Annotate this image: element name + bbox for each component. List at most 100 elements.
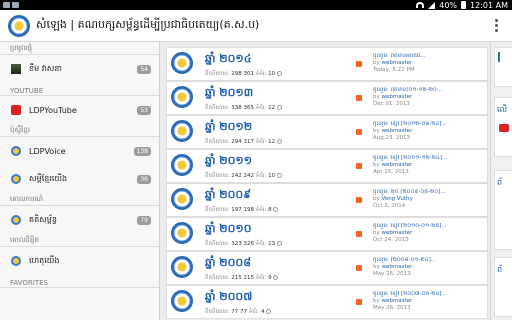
drawer-item-reasons[interactable]: ហេតុយើង [0,247,159,275]
side-panel-box [494,47,512,87]
drawer-item-ldpvoice[interactable]: LDPVoice 138 [0,137,159,165]
expand-icon[interactable] [276,105,282,110]
app-notification-icon [3,2,10,8]
forum-title[interactable]: ឆ្នាំ ២០១១ [205,154,252,170]
forum-logo-icon [171,86,193,108]
count-badge: 138 [133,146,151,156]
forum-title[interactable]: ឆ្នាំ ២០០៩ [205,188,251,204]
drawer-item-principles[interactable]: គតិសម្ព័ន្ធ 79 [0,206,159,234]
signal-icon [428,1,436,9]
forum-row[interactable]: ឆ្នាំ ២០១០ តិចនិយាយ: 323 326 ទំព័រ: 13 ច… [166,217,488,251]
drawer-item-label: គតិសម្ព័ន្ធ [29,215,57,224]
forum-stats: តិចនិយាយ: 77 77 ទំព័រ: 4 [205,308,272,316]
rss-icon[interactable] [356,299,362,305]
forum-logo-icon [171,222,193,244]
youtube-icon [11,105,21,115]
last-post[interactable]: ចូលរួម: ខៀវ [២០០៧-០៥-២៤]... by webmaster M… [373,291,485,312]
expand-icon[interactable] [276,71,282,76]
forum-list: ឆ្នាំ ២០១៤ តិចនិយាយ: 298 301 ទំព័រ: 10 ច… [160,42,490,320]
last-post[interactable]: ចូលរួម: ព័ត៌មានអំពីពិធី... by webmaster To… [373,53,485,74]
forum-title[interactable]: ឆ្នាំ ២០១២ [205,120,252,136]
forum-row[interactable]: ឆ្នាំ ២០០៧ តិចនិយាយ: 77 77 ទំព័រ: 4 ចូលរ… [166,285,488,319]
action-bar: សំឡេង | គណបក្សសម្ព័ន្ធដើម្បីប្រជាធិបតេយ្… [0,10,512,42]
last-post[interactable]: ចូលរួម: ២០ [២០០៩-០៥-២០]... by Vong Vuthy O… [373,189,485,210]
forum-logo-icon [171,52,193,74]
rss-icon[interactable] [356,231,362,237]
youtube-icon[interactable] [499,124,509,132]
side-panel-box: ព័ [494,170,512,250]
forum-title[interactable]: ឆ្នាំ ២០០៨ [205,256,251,272]
expand-icon[interactable] [273,207,279,212]
forum-row[interactable]: ឆ្នាំ ២០១១ តិចនិយាយ: 242 242 ទំព័រ: 10 ច… [166,149,488,183]
side-panel-box: លើ [494,97,512,157]
drawer-item-khmer-voice[interactable]: សម្ដីខ្មែរយើង 36 [0,165,159,193]
section-header: គោលការណ៍ [0,193,159,206]
ldp-logo-icon [11,174,21,184]
drawer-item-khem-veasna[interactable]: ខឹម វាសនា 54 [0,55,159,83]
count-badge: 53 [137,105,151,115]
drawer-item-ldpyoutube[interactable]: LDPYouTube 53 [0,96,159,124]
forum-logo-icon [171,120,193,142]
expand-icon[interactable] [266,309,272,314]
section-header: គោលនិម្មិត [0,234,159,247]
overflow-menu-icon[interactable] [495,19,498,32]
forum-stats: តិចនិយាយ: 197 198 ទំព័រ: 8 [205,206,279,214]
download-notification-icon [12,2,19,8]
rss-icon[interactable] [356,129,362,135]
forum-row[interactable]: ឆ្នាំ ២០១២ តិចនិយាយ: 294 317 ទំព័រ: 12 ច… [166,115,488,149]
section-header: FAVORITES [0,275,159,288]
navigation-drawer: ប្រមូលផ្ដុំ ខឹម វាសនា 54 YOUTUBE LDPYouT… [0,42,160,320]
expand-icon[interactable] [276,139,282,144]
side-panel: លើ ព័ ព័ [490,42,512,320]
ldp-logo-icon [11,146,21,156]
last-post[interactable]: ចូលរួម: ខៀវ [២០១១-១២-២៤]... by webmaster A… [373,155,485,176]
app-logo-icon[interactable] [8,14,30,37]
battery-percent: 40% [439,0,458,10]
clock: 12:01 AM [470,0,508,10]
forum-title[interactable]: ឆ្នាំ ២០១៤ [205,52,252,68]
forum-stats: តិចនិយាយ: 242 242 ទំព័រ: 10 [205,172,282,180]
wifi-icon [416,2,425,8]
forum-row[interactable]: ឆ្នាំ ២០០៨ តិចនិយាយ: 215 215 ទំព័រ: 9 ចូ… [166,251,488,285]
forum-logo-icon [171,290,193,312]
rss-icon[interactable] [356,197,362,203]
count-badge: 36 [137,174,151,184]
forum-row[interactable]: ឆ្នាំ ២០១៣ តិចនិយាយ: 338 365 ទំព័រ: 12 ច… [166,81,488,115]
drawer-item-label: LDPYouTube [29,105,77,115]
rss-icon[interactable] [356,61,362,67]
last-post[interactable]: ចូលរួម: ព័ត៌មាន(០១-១២-២០... by webmaster D… [373,87,485,108]
forum-logo-icon [171,154,193,176]
expand-icon[interactable] [276,173,282,178]
forum-stats: តិចនិយាយ: 338 365 ទំព័រ: 12 [205,104,282,112]
expand-icon[interactable] [276,241,282,246]
drawer-item-label: សម្ដីខ្មែរយើង [29,174,68,183]
count-badge: 54 [137,64,151,74]
rss-icon[interactable] [356,95,362,101]
drawer-item-label: ហេតុយើង [29,256,60,265]
rss-icon[interactable] [356,265,362,271]
game-icon [11,64,21,74]
side-panel-label: ព័ [497,178,503,187]
count-badge: 79 [137,215,151,225]
ldp-logo-icon [11,256,21,266]
expand-icon[interactable] [273,275,279,280]
side-panel-label: លើ [497,105,508,114]
forum-logo-icon [171,256,193,278]
rss-icon[interactable] [356,163,362,169]
forum-title[interactable]: ឆ្នាំ ២០១៣ [205,86,253,102]
last-post[interactable]: ចូលរួម: [២០០៨-០១-២៤]... by webmaster May 2… [373,257,485,278]
side-panel-box: ព័ [494,257,512,317]
forum-row[interactable]: ឆ្នាំ ២០០៩ តិចនិយាយ: 197 198 ទំព័រ: 8 ចូ… [166,183,488,217]
last-post[interactable]: ចូលរួម: ខៀវ [២០១០-០១-២៥]... by webmaster O… [373,223,485,244]
last-post[interactable]: ចូលរួម: ខៀវ [២០១២-០៨-២៤]... by webmaster A… [373,121,485,142]
battery-icon [461,1,467,9]
section-header: YOUTUBE [0,83,159,96]
forum-row[interactable]: ឆ្នាំ ២០១៤ តិចនិយាយ: 298 301 ទំព័រ: 10 ច… [166,47,488,81]
side-panel-label: ព័ [497,265,503,274]
forum-title[interactable]: ឆ្នាំ ២០០៧ [205,290,252,306]
section-header: ប្រមូលផ្ដុំ [0,42,159,55]
forum-title[interactable]: ឆ្នាំ ២០១០ [205,222,252,238]
forum-stats: តិចនិយាយ: 323 326 ទំព័រ: 13 [205,240,282,248]
forum-stats: តិចនិយាយ: 294 317 ទំព័រ: 12 [205,138,282,146]
ldp-logo-icon [11,215,21,225]
